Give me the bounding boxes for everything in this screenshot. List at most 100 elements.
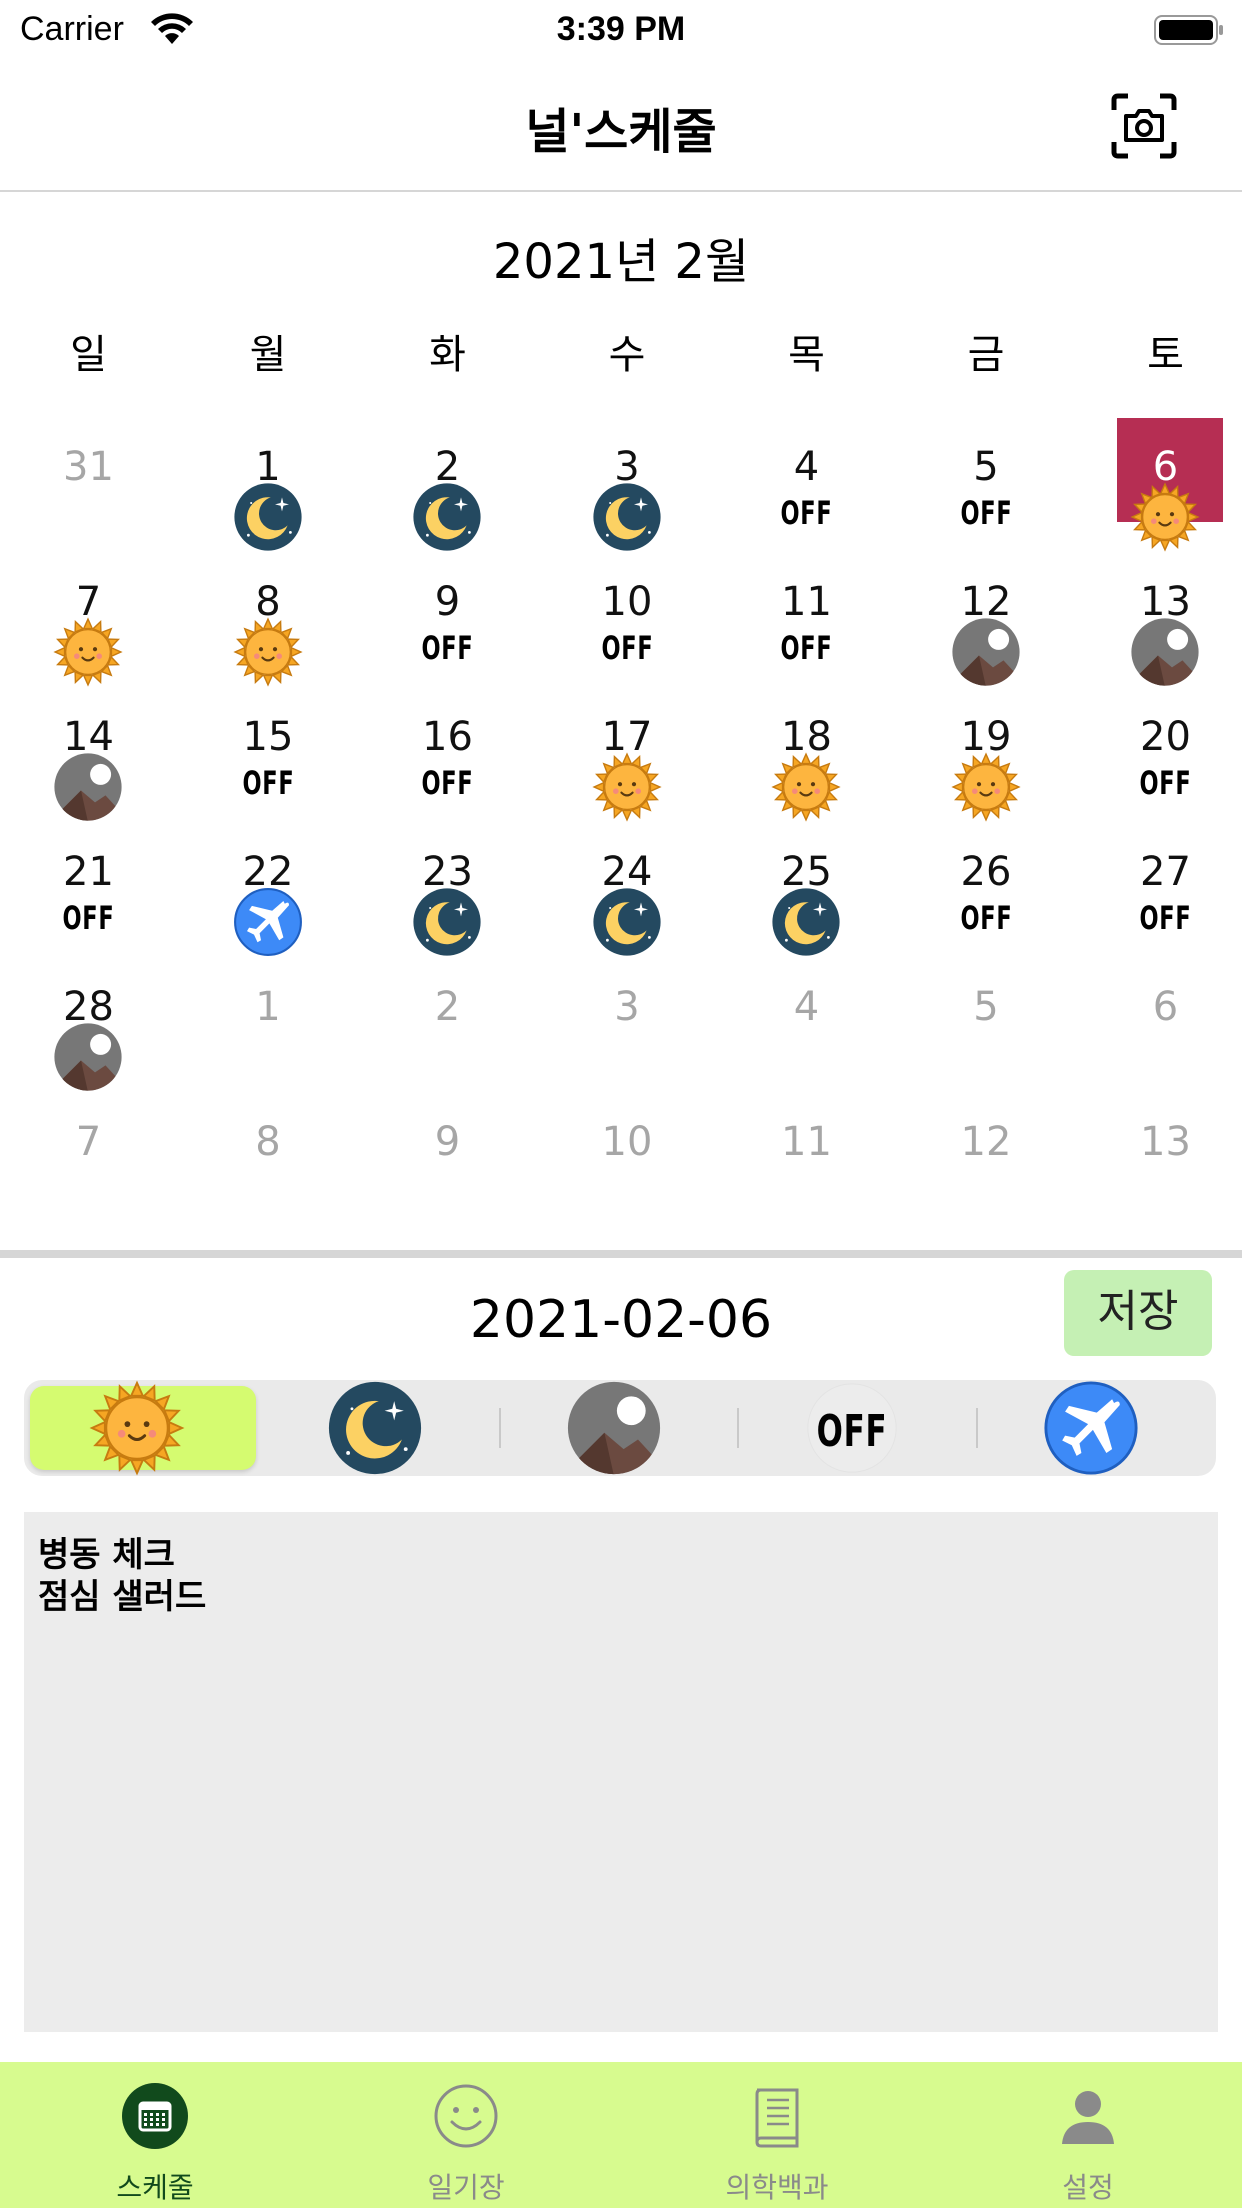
day-number: 26 bbox=[960, 849, 1012, 895]
calendar-day-selected[interactable]: 6 bbox=[1077, 410, 1242, 552]
app-title: 널'스케줄 bbox=[525, 104, 717, 160]
off-badge: OFF bbox=[62, 899, 115, 937]
calendar-day[interactable]: 5 bbox=[898, 950, 1075, 1085]
calendar-day[interactable]: 9 bbox=[359, 1085, 536, 1220]
off-badge: OFF bbox=[600, 629, 654, 667]
calendar-day[interactable]: 7 bbox=[0, 1085, 177, 1220]
selected-date: 2021-02-06 bbox=[469, 1290, 773, 1350]
calendar-day[interactable]: 15 OFF bbox=[180, 680, 357, 815]
calendar-day[interactable]: 12 bbox=[898, 545, 1075, 686]
calendar-day[interactable]: 18 bbox=[718, 680, 895, 822]
airplane-icon bbox=[233, 887, 303, 957]
calendar-day[interactable]: 2 bbox=[359, 950, 536, 1085]
off-label: OFF bbox=[816, 1406, 888, 1457]
moon-icon bbox=[592, 887, 662, 957]
calendar-day[interactable]: 13 bbox=[1077, 545, 1242, 686]
tab-book[interactable]: 의학백과 bbox=[677, 2062, 877, 2208]
calendar-day[interactable]: 17 bbox=[539, 680, 716, 822]
battery-icon bbox=[1154, 15, 1223, 45]
calendar-day[interactable]: 11 OFF bbox=[718, 545, 895, 680]
day-number: 1 bbox=[255, 984, 281, 1030]
tab-label: 설정 bbox=[1062, 2171, 1114, 2204]
tab-smiley[interactable]: 일기장 bbox=[366, 2062, 566, 2208]
calendar-day[interactable]: 28 bbox=[0, 950, 177, 1091]
calendar-day[interactable]: 6 bbox=[1077, 950, 1242, 1085]
day-number: 7 bbox=[75, 1119, 102, 1165]
shift-selector: OFF bbox=[24, 1380, 1216, 1476]
shift-option-evening[interactable] bbox=[501, 1380, 739, 1476]
month-title: 2021년 2월 bbox=[492, 234, 750, 290]
day-number: 4 bbox=[793, 984, 820, 1030]
calendar-day[interactable]: 5 OFF bbox=[898, 410, 1075, 545]
calendar-day[interactable]: 2 bbox=[359, 410, 536, 551]
calendar-day[interactable]: 24 bbox=[539, 815, 716, 956]
shift-option-night[interactable] bbox=[262, 1380, 500, 1476]
calendar-day[interactable]: 3 bbox=[539, 950, 716, 1085]
calendar-day[interactable]: 9 OFF bbox=[359, 545, 536, 680]
calendar-day[interactable]: 10 bbox=[539, 1085, 716, 1220]
weekday-header: 일월화수목금토 bbox=[0, 322, 1242, 382]
calendar-day[interactable]: 13 bbox=[1077, 1085, 1242, 1220]
calendar-day[interactable]: 1 bbox=[180, 950, 357, 1085]
calendar-day[interactable]: 7 bbox=[0, 545, 177, 687]
off-badge: OFF bbox=[1139, 899, 1192, 937]
day-number: 9 bbox=[434, 1119, 461, 1165]
day-number: 11 bbox=[781, 1119, 832, 1165]
sun-icon bbox=[232, 617, 303, 687]
weekday-label: 토 bbox=[1147, 332, 1184, 378]
day-number: 8 bbox=[255, 1119, 281, 1165]
calendar-day[interactable]: 4 bbox=[718, 950, 895, 1085]
shift-option-vacation[interactable] bbox=[978, 1380, 1216, 1476]
evening-mountain-icon bbox=[53, 1022, 123, 1092]
day-number: 6 bbox=[1152, 984, 1179, 1030]
calendar-day[interactable]: 20 OFF bbox=[1077, 680, 1242, 815]
calendar-day[interactable]: 3 bbox=[539, 410, 716, 551]
nav-bar: 널'스케줄 bbox=[0, 62, 1242, 192]
segment-separator bbox=[737, 1408, 740, 1448]
moon-icon bbox=[233, 482, 303, 552]
off-icon: OFF bbox=[798, 1380, 906, 1476]
calendar-day[interactable]: 4 OFF bbox=[718, 410, 895, 545]
day-number: 15 bbox=[242, 714, 294, 760]
calendar-day[interactable]: 22 bbox=[180, 815, 357, 956]
tab-person[interactable]: 설정 bbox=[988, 2062, 1188, 2208]
calendar-day[interactable]: 8 bbox=[180, 545, 357, 687]
calendar-day[interactable]: 25 bbox=[718, 815, 895, 956]
evening-mountain-icon bbox=[951, 617, 1021, 687]
calendar-day[interactable]: 27 OFF bbox=[1077, 815, 1242, 950]
calendar-day[interactable]: 23 bbox=[359, 815, 536, 956]
save-button[interactable]: 저장 bbox=[1064, 1270, 1212, 1356]
calendar-day[interactable]: 31 bbox=[0, 410, 177, 545]
day-number: 4 bbox=[793, 444, 820, 490]
calendar-day[interactable]: 14 bbox=[0, 680, 177, 821]
memo-textarea[interactable]: 병동 체크 점심 샐러드 bbox=[24, 1512, 1218, 2032]
book-icon bbox=[743, 2082, 811, 2150]
moon-icon bbox=[771, 887, 841, 957]
smiley-icon bbox=[432, 2082, 500, 2150]
day-number: 3 bbox=[614, 984, 640, 1030]
off-badge: OFF bbox=[780, 494, 833, 532]
evening-mountain-icon bbox=[1130, 617, 1200, 687]
calendar-day[interactable]: 26 OFF bbox=[898, 815, 1075, 950]
evening-mountain-icon bbox=[560, 1380, 668, 1476]
calendar-day[interactable]: 10 OFF bbox=[539, 545, 716, 680]
status-bar: Carrier 3:39 PM bbox=[0, 0, 1242, 62]
day-number: 10 bbox=[601, 579, 653, 625]
weekday-label: 월 bbox=[249, 332, 287, 378]
calendar-day[interactable]: 12 bbox=[898, 1085, 1075, 1220]
section-divider bbox=[0, 1250, 1242, 1258]
calendar-day[interactable]: 21 OFF bbox=[0, 815, 177, 950]
shift-option-day[interactable] bbox=[30, 1380, 256, 1476]
calendar-day[interactable]: 8 bbox=[180, 1085, 357, 1220]
shift-option-off[interactable]: OFF bbox=[739, 1380, 977, 1476]
day-number: 31 bbox=[63, 444, 114, 490]
day-number: 27 bbox=[1140, 849, 1191, 895]
tab-calendar[interactable]: 스케줄 bbox=[55, 2062, 255, 2208]
calendar-day[interactable]: 16 OFF bbox=[359, 680, 536, 815]
calendar-day[interactable]: 1 bbox=[180, 410, 357, 551]
camera-scan-icon[interactable] bbox=[1110, 92, 1178, 160]
calendar-day[interactable]: 19 bbox=[898, 680, 1075, 822]
calendar-day[interactable]: 11 bbox=[718, 1085, 895, 1220]
day-number: 16 bbox=[422, 714, 473, 760]
status-time: 3:39 PM bbox=[556, 10, 686, 48]
